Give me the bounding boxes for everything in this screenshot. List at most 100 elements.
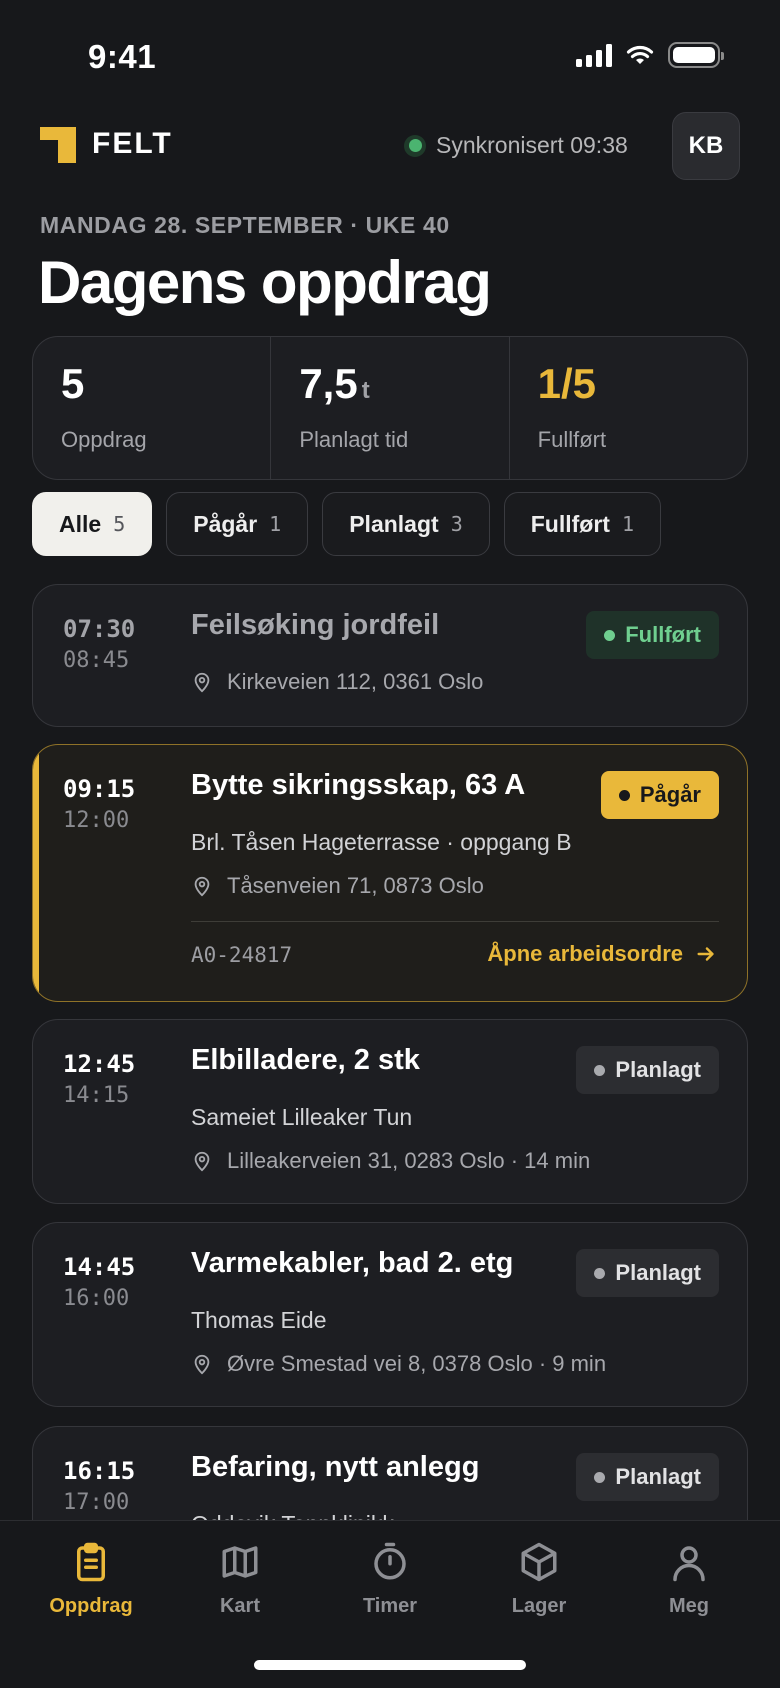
job-title: Bytte sikringsskap, 63 A xyxy=(191,769,526,801)
status-bar: 9:41 xyxy=(0,0,780,110)
job-card[interactable]: 09:15 12:00 Bytte sikringsskap, 63 A Påg… xyxy=(32,744,748,1002)
filter-count: 5 xyxy=(113,512,126,536)
felt-logo-icon xyxy=(40,127,76,163)
status-filters: Alle 5 Pågår 1 Planlagt 3 Fullført 1 xyxy=(32,492,661,556)
filter-label: Pågår xyxy=(193,510,258,537)
filter-count: 3 xyxy=(450,512,463,536)
status-icons xyxy=(576,42,724,68)
job-title: Feilsøking jordfeil xyxy=(191,609,440,641)
job-start-time: 07:30 xyxy=(63,615,136,643)
filter-label: Planlagt xyxy=(349,510,439,537)
location-pin-icon xyxy=(194,1151,210,1172)
sync-status-icon xyxy=(404,134,426,157)
filter-in-progress[interactable]: Pågår 1 xyxy=(166,492,309,556)
job-address: Øvre Smestad vei 8, 0378 Oslo · 9 min xyxy=(227,1351,607,1376)
stat-value: 5 xyxy=(61,360,85,407)
stat-planned-time: 7,5 t Planlagt tid xyxy=(270,337,508,479)
brand-name: FELT xyxy=(92,127,173,160)
job-card[interactable]: 07:30 08:45 Feilsøking jordfeil Fullført… xyxy=(32,584,748,727)
job-end-time: 17:00 xyxy=(63,1490,130,1515)
filter-completed[interactable]: Fullført 1 xyxy=(503,492,661,556)
status-badge: Planlagt xyxy=(576,1249,719,1297)
status-badge-label: Planlagt xyxy=(615,1464,701,1489)
nav-label: Timer xyxy=(362,1595,418,1617)
status-badge: Planlagt xyxy=(576,1046,719,1094)
status-badge-label: Planlagt xyxy=(615,1057,701,1082)
job-address: Kirkeveien 112, 0361 Oslo xyxy=(227,669,484,694)
status-badge: Fullført xyxy=(586,611,719,659)
divider xyxy=(191,921,719,922)
job-customer: Sameiet Lilleaker Tun xyxy=(191,1104,413,1130)
filter-label: Alle xyxy=(59,510,102,537)
nav-kart[interactable]: Kart xyxy=(180,1541,300,1618)
nav-label: Oppdrag xyxy=(49,1595,133,1617)
map-icon xyxy=(222,1546,258,1578)
job-start-time: 09:15 xyxy=(63,775,136,803)
app-header: FELT Synkronisert 09:38 KB xyxy=(0,110,780,190)
job-start-time: 16:15 xyxy=(63,1457,136,1485)
filter-label: Fullført xyxy=(530,510,610,537)
open-work-order-label: Åpne arbeidsordre xyxy=(487,941,683,966)
nav-timer[interactable]: Timer xyxy=(330,1541,450,1618)
stat-jobs: 5 Oppdrag xyxy=(33,337,270,479)
sync-status-text: Synkronisert 09:38 xyxy=(436,132,628,158)
wifi-icon xyxy=(626,45,654,64)
filter-planned[interactable]: Planlagt 3 xyxy=(322,492,490,556)
location-pin-icon xyxy=(194,1354,210,1375)
page-title: Dagens oppdrag xyxy=(38,249,492,316)
stat-label: Fullført xyxy=(537,427,607,452)
nav-lager[interactable]: Lager xyxy=(479,1541,599,1618)
nav-label: Meg xyxy=(669,1595,709,1617)
home-indicator[interactable] xyxy=(254,1660,526,1670)
stat-value: 7,5 xyxy=(299,360,358,407)
job-end-time: 16:00 xyxy=(63,1286,130,1311)
summary-stats: 5 Oppdrag 7,5 t Planlagt tid 1/5 Fullført xyxy=(32,336,748,480)
job-start-time: 12:45 xyxy=(63,1050,136,1078)
location-pin-icon xyxy=(194,672,210,693)
open-work-order-link[interactable]: Åpne arbeidsordre xyxy=(487,941,717,967)
nav-meg[interactable]: Meg xyxy=(629,1541,749,1618)
job-end-time: 12:00 xyxy=(63,808,130,833)
status-badge: Planlagt xyxy=(576,1453,719,1501)
job-end-time: 14:15 xyxy=(63,1083,130,1108)
arrow-right-icon xyxy=(697,947,714,961)
stat-completed: 1/5 Fullført xyxy=(508,337,747,479)
nav-label: Kart xyxy=(219,1595,260,1617)
box-icon xyxy=(521,1542,557,1582)
job-customer: Thomas Eide xyxy=(191,1307,327,1333)
job-customer: Brl. Tåsen Hageterrasse · oppgang B xyxy=(191,829,572,855)
status-badge-label: Planlagt xyxy=(615,1260,701,1285)
filter-count: 1 xyxy=(269,512,282,536)
job-address: Lilleakerveien 31, 0283 Oslo · 14 min xyxy=(227,1148,591,1173)
status-badge-label: Pågår xyxy=(639,782,701,807)
job-card[interactable]: 12:45 14:15 Elbilladere, 2 stk Planlagt … xyxy=(32,1019,748,1204)
stopwatch-icon xyxy=(374,1542,406,1580)
job-title: Elbilladere, 2 stk xyxy=(191,1044,420,1076)
stat-label: Oppdrag xyxy=(61,427,147,452)
job-start-time: 14:45 xyxy=(63,1253,136,1281)
stat-label: Planlagt tid xyxy=(299,427,409,452)
filter-all[interactable]: Alle 5 xyxy=(32,492,153,556)
job-title: Befaring, nytt anlegg xyxy=(191,1451,480,1483)
status-badge: Pågår xyxy=(600,771,719,819)
stat-value: 1/5 xyxy=(537,360,597,407)
avatar[interactable]: KB xyxy=(672,112,740,180)
nav-oppdrag[interactable]: Oppdrag xyxy=(31,1541,151,1618)
job-card[interactable]: 14:45 16:00 Varmekabler, bad 2. etg Plan… xyxy=(32,1222,748,1407)
clipboard-icon xyxy=(77,1542,105,1582)
job-address: Tåsenveien 71, 0873 Oslo xyxy=(227,873,484,898)
nav-label: Lager xyxy=(511,1595,567,1617)
date-line: MANDAG 28. SEPTEMBER · UKE 40 xyxy=(40,212,450,238)
battery-icon xyxy=(668,42,724,68)
sync-status: Synkronisert 09:38 xyxy=(404,132,628,159)
status-badge-label: Fullført xyxy=(625,622,701,647)
person-icon xyxy=(673,1546,705,1582)
filter-count: 1 xyxy=(621,512,634,536)
location-pin-icon xyxy=(194,876,210,897)
work-order-reference: A0-24817 xyxy=(191,943,293,967)
status-time: 9:41 xyxy=(88,38,157,75)
job-title: Varmekabler, bad 2. etg xyxy=(191,1247,514,1279)
cellular-signal-icon xyxy=(576,43,612,67)
job-end-time: 08:45 xyxy=(63,648,130,673)
stat-unit: t xyxy=(361,377,370,404)
